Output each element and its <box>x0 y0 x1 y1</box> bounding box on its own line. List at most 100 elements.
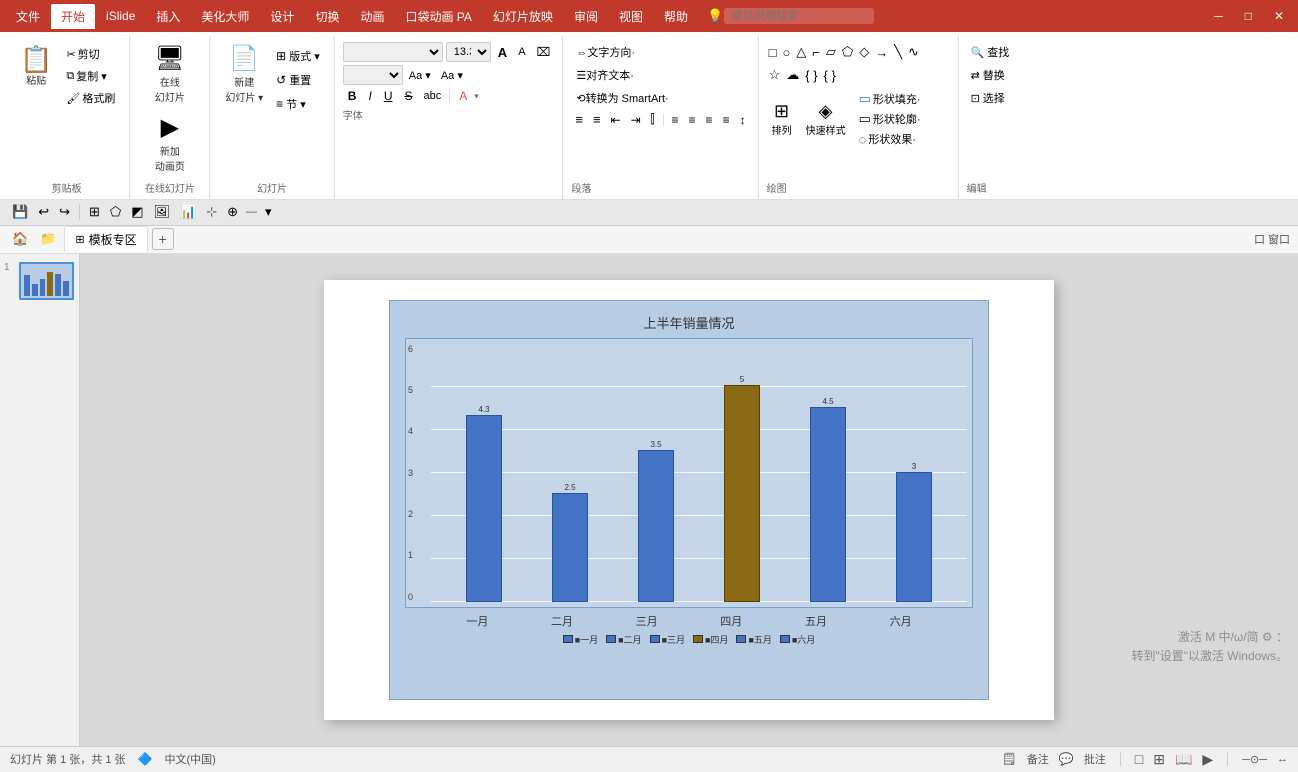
table-btn[interactable]: ⊞ <box>85 202 104 222</box>
search-input[interactable] <box>724 8 874 24</box>
italic-btn[interactable]: I <box>363 88 376 104</box>
font-name-select[interactable] <box>343 42 443 62</box>
help-tab[interactable]: 帮助 <box>654 4 698 29</box>
align-center-btn[interactable]: ≡ <box>685 112 700 128</box>
shape-btn[interactable]: ⬠ <box>106 202 125 222</box>
shape-square-icon[interactable]: □ <box>767 43 779 62</box>
slideshow-tab[interactable]: 幻灯片放映 <box>483 4 563 29</box>
zoom-btn[interactable]: ⊕ <box>223 202 242 222</box>
shape-fill-btn[interactable]: ▭形状填充· <box>855 90 925 108</box>
add-tab-btn[interactable]: + <box>152 228 174 250</box>
shape-circle-icon[interactable]: ○ <box>780 43 792 62</box>
comments-btn[interactable]: 批注 <box>1084 751 1106 767</box>
bar-eryue[interactable]: 2.5 <box>548 483 593 601</box>
file-menu[interactable]: 文件 <box>6 4 50 29</box>
font-size-select[interactable]: 13.3 <box>446 42 491 62</box>
select-btn[interactable]: ⊡选择 <box>967 88 1014 108</box>
shape-parallelogram-icon[interactable]: ▱ <box>824 42 838 62</box>
columns-btn[interactable]: ⫿ <box>647 111 659 128</box>
shape-line-icon[interactable]: ╲ <box>892 42 904 62</box>
animation-tab[interactable]: 动画 <box>350 4 394 29</box>
shape-triangle-icon[interactable]: △ <box>794 42 808 62</box>
slide-sorter-btn[interactable]: ⊞ <box>1153 751 1165 768</box>
design-tab[interactable]: 设计 <box>260 4 304 29</box>
normal-view-btn[interactable]: □ <box>1135 751 1143 767</box>
shape-effect-btn[interactable]: ◌形状效果· <box>855 130 925 148</box>
shape-right-angle-icon[interactable]: ⌐ <box>810 43 822 62</box>
slideshow-view-btn[interactable]: ▶ <box>1202 751 1213 768</box>
reading-view-btn[interactable]: 📖 <box>1175 751 1192 768</box>
format-brush-btn[interactable]: 🖌 格式刷 <box>62 88 119 108</box>
reset-btn[interactable]: ↺重置 <box>272 70 324 90</box>
underline-btn[interactable]: U <box>379 88 398 104</box>
undo-btn[interactable]: ↩ <box>34 202 53 222</box>
arrange-btn[interactable]: ⊞ 排列 <box>767 98 797 140</box>
slide-preview[interactable] <box>19 262 74 300</box>
align-text-btn[interactable]: ☰对齐文本· <box>571 65 639 85</box>
bar-liuyue[interactable]: 3 <box>892 462 937 602</box>
line-spacing-btn[interactable]: ↕ <box>736 112 750 128</box>
layout-btn[interactable]: ⊞版式 ▾ <box>272 46 324 66</box>
font-name2-select[interactable] <box>343 65 403 85</box>
decrease-indent-btn[interactable]: ⇤ <box>607 112 625 128</box>
shape-more-icon[interactable]: { } <box>822 66 838 85</box>
notes-btn[interactable]: 备注 <box>1027 751 1049 767</box>
find-btn[interactable]: 🔍查找 <box>967 42 1014 62</box>
review-tab[interactable]: 审阅 <box>564 4 608 29</box>
insert-tab[interactable]: 插入 <box>146 4 190 29</box>
beautify-tab[interactable]: 美化大师 <box>191 4 259 29</box>
chart-btn[interactable]: 📊 <box>176 202 200 222</box>
online-slides-btn[interactable]: 🖥 在线 幻灯片 <box>150 42 190 107</box>
bar-wuyue[interactable]: 4.5 <box>806 397 851 602</box>
paste-btn[interactable]: 📋 粘贴 <box>14 42 58 91</box>
more-tools-btn[interactable]: ▾ <box>261 202 276 222</box>
strikethrough-btn[interactable]: S <box>399 88 417 104</box>
shape-curve-icon[interactable]: ∿ <box>906 42 921 62</box>
align-left-btn[interactable]: ≡ <box>668 112 683 128</box>
numbered-list-btn[interactable]: ≡ <box>589 111 605 128</box>
font-color2-btn[interactable]: A <box>454 88 472 104</box>
shape-pentagon-icon[interactable]: ⬠ <box>840 42 855 62</box>
islide-tab[interactable]: iSlide <box>96 5 145 27</box>
new-slide-btn[interactable]: 📄 新建 幻灯片 ▾ <box>220 42 268 107</box>
bullet-list-btn[interactable]: ≡ <box>571 111 587 128</box>
zoom-level[interactable]: ↔ <box>1277 753 1288 765</box>
justify-btn[interactable]: ≡ <box>719 112 734 128</box>
photo-btn[interactable]: 🖼 <box>150 202 175 222</box>
align-right-btn[interactable]: ≡ <box>702 112 717 128</box>
bar-yiyue[interactable]: 4.3 <box>462 405 507 601</box>
save-btn[interactable]: 💾 <box>8 202 32 222</box>
bold-btn[interactable]: B <box>343 88 362 104</box>
decrease-font-btn[interactable]: A <box>514 45 529 59</box>
font-color-btn[interactable]: Aa ▾ <box>405 68 435 83</box>
shape-diamond-icon[interactable]: ◇ <box>857 42 871 62</box>
shape-arrow-icon[interactable]: → <box>873 43 890 62</box>
quick-style-btn[interactable]: ◈ 快速样式 <box>801 98 851 140</box>
clear-format-btn[interactable]: ⌧ <box>533 44 555 60</box>
shape-cloud-icon[interactable]: ☁ <box>784 65 801 85</box>
bar-sanyue[interactable]: 3.5 <box>634 440 679 602</box>
redo-btn[interactable]: ↪ <box>55 202 74 222</box>
cut-btn[interactable]: ✂ 剪切 <box>62 44 119 64</box>
view-tab[interactable]: 视图 <box>609 4 653 29</box>
nav-folder-icon[interactable]: 🏠 <box>8 229 32 249</box>
view-btn[interactable]: ◩ <box>127 202 147 222</box>
bar-siyue[interactable]: 5 <box>720 375 765 602</box>
chart-container[interactable]: 上半年销量情况 0 1 2 3 4 5 6 <box>389 300 989 700</box>
home-tab[interactable]: 开始 <box>51 4 95 29</box>
pa-tab[interactable]: 口袋动画 PA <box>395 4 481 29</box>
copy-btn[interactable]: ⧉ 复制 ▾ <box>62 66 119 86</box>
shape-star-icon[interactable]: ☆ <box>767 65 783 85</box>
shadow-btn[interactable]: abc <box>420 89 446 103</box>
close-btn[interactable]: ✕ <box>1266 7 1292 25</box>
new-animation-btn[interactable]: ▶ 新加 动画页 <box>150 111 190 176</box>
convert-smartart-btn[interactable]: ⟲转换为 SmartArt· <box>571 88 673 108</box>
switch-tab[interactable]: 切换 <box>305 4 349 29</box>
shape-brace-icon[interactable]: { } <box>803 66 819 85</box>
zoom-slider[interactable]: ─⊙─ <box>1242 753 1267 766</box>
slide-canvas[interactable]: 上半年销量情况 0 1 2 3 4 5 6 <box>324 280 1054 720</box>
shape-outline-btn[interactable]: ▭形状轮廓· <box>855 110 925 128</box>
replace-btn[interactable]: ⇄替换 <box>967 65 1014 85</box>
increase-indent-btn[interactable]: ⇥ <box>627 112 645 128</box>
nav-file-icon[interactable]: 📁 <box>36 229 60 249</box>
